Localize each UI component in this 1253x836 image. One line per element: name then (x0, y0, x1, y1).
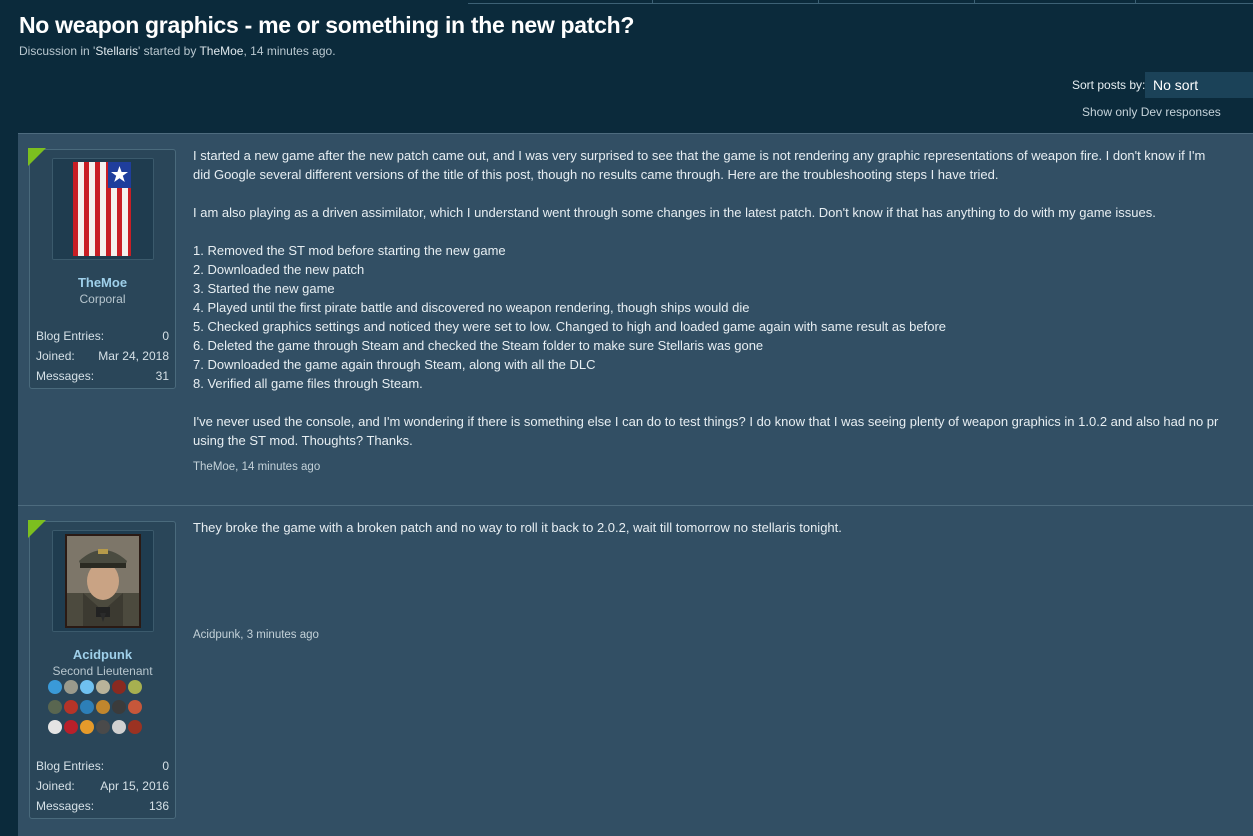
stat-label: Messages: (36, 369, 95, 383)
message-body: They broke the game with a broken patch … (193, 518, 1253, 537)
message-line: 8. Verified all game files through Steam… (193, 376, 423, 391)
user-info-box: TheMoe Corporal Blog Entries: 0 Joined: Ma… (28, 148, 176, 389)
username-link[interactable]: Acidpunk (30, 647, 175, 662)
nav-tab[interactable] (468, 0, 653, 4)
trophy-icon[interactable] (128, 699, 142, 714)
top-nav-strip (0, 0, 1253, 4)
stat-blog-entries: Blog Entries: 0 (36, 329, 169, 345)
nav-tab[interactable] (819, 0, 975, 4)
trophy-icon[interactable] (112, 699, 126, 714)
trophy-icon[interactable] (64, 679, 78, 694)
trophy-icon[interactable] (112, 679, 126, 694)
meta-prefix: Discussion in ' (19, 44, 96, 58)
trophy-icon[interactable] (48, 699, 62, 714)
sort-select[interactable]: No sort (1145, 72, 1253, 98)
trophy-icon[interactable] (128, 719, 142, 734)
stat-value: Mar 24, 2018 (98, 349, 169, 363)
trophy-icon[interactable] (112, 719, 126, 734)
stat-messages: Messages: 31 (36, 369, 169, 385)
post-permalink[interactable]: Acidpunk, 3 minutes ago (193, 629, 319, 641)
stat-messages-value[interactable]: 31 (156, 369, 169, 383)
message-line: 7. Downloaded the game again through Ste… (193, 357, 596, 372)
trophy-icon[interactable] (64, 719, 78, 734)
trophy-icon[interactable] (48, 719, 62, 734)
nav-tab[interactable] (1136, 0, 1253, 4)
stat-value: 0 (162, 759, 169, 773)
message-line: 6. Deleted the game through Steam and ch… (193, 338, 764, 353)
forum-link[interactable]: Stellaris (95, 44, 138, 58)
thread-meta: Discussion in 'Stellaris' started by The… (19, 44, 336, 58)
user-rank: Corporal (79, 292, 126, 306)
stat-value: 0 (162, 329, 169, 343)
trophy-icon[interactable] (80, 719, 94, 734)
trophy-icon[interactable] (48, 679, 62, 694)
message-line: They broke the game with a broken patch … (193, 520, 842, 535)
rank-corner-icon (28, 148, 46, 166)
post: Acidpunk Second Lieutenant Blog Entries:… (18, 505, 1253, 836)
nav-tab[interactable] (653, 0, 819, 4)
message-line: I am also playing as a driven assimilato… (193, 205, 1156, 220)
stat-label: Joined: (36, 349, 75, 363)
stat-value: Apr 15, 2016 (100, 779, 169, 793)
trophy-icon[interactable] (96, 699, 110, 714)
username-link[interactable]: TheMoe (30, 275, 175, 290)
stat-label: Messages: (36, 799, 95, 813)
message-line: I started a new game after the new patch… (193, 148, 1206, 163)
post: TheMoe Corporal Blog Entries: 0 Joined: Ma… (18, 133, 1253, 506)
stat-blog-entries: Blog Entries: 0 (36, 759, 169, 775)
avatar[interactable] (52, 530, 154, 632)
meta-suffix: , 14 minutes ago. (243, 44, 336, 58)
message-line: I've never used the console, and I'm won… (193, 414, 1219, 429)
thread-title: No weapon graphics - me or something in … (19, 12, 635, 38)
message-line: 2. Downloaded the new patch (193, 262, 365, 277)
trophy-icon[interactable] (64, 699, 78, 714)
dev-responses-link[interactable]: Show only Dev responses (1082, 105, 1221, 119)
message-line: 5. Checked graphics settings and noticed… (193, 319, 947, 334)
trophy-icon[interactable] (80, 679, 94, 694)
stat-messages-value[interactable]: 136 (149, 799, 169, 813)
trophy-icon[interactable] (128, 679, 142, 694)
stat-messages: Messages: 136 (36, 799, 169, 815)
message-line: 3. Started the new game (193, 281, 335, 296)
stat-label: Joined: (36, 779, 75, 793)
message-line: 4. Played until the first pirate battle … (193, 300, 750, 315)
user-rank: Second Lieutenant (52, 664, 153, 678)
stat-label: Blog Entries: (36, 329, 105, 343)
message-body: I started a new game after the new patch… (193, 146, 1253, 450)
message-line: 1. Removed the ST mod before starting th… (193, 243, 506, 258)
avatar[interactable] (52, 158, 154, 260)
trophy-icons (48, 678, 158, 738)
nav-tab[interactable] (975, 0, 1136, 4)
user-info-box: Acidpunk Second Lieutenant Blog Entries:… (28, 520, 176, 819)
thread-starter-link[interactable]: TheMoe (199, 44, 243, 58)
stat-joined: Joined: Mar 24, 2018 (36, 349, 169, 365)
meta-mid: ' started by (138, 44, 200, 58)
stat-joined: Joined: Apr 15, 2016 (36, 779, 169, 795)
officer-portrait-avatar-icon (53, 531, 153, 631)
sort-label: Sort posts by: (1072, 78, 1146, 92)
stat-label: Blog Entries: (36, 759, 105, 773)
message-line: using the ST mod. Thoughts? Thanks. (193, 433, 413, 448)
trophy-icon[interactable] (96, 679, 110, 694)
post-permalink[interactable]: TheMoe, 14 minutes ago (193, 461, 320, 473)
message-line: did Google several different versions of… (193, 167, 999, 182)
trophy-icon[interactable] (96, 719, 110, 734)
flag-avatar-icon (53, 159, 153, 259)
trophy-icon[interactable] (80, 699, 94, 714)
rank-corner-icon (28, 520, 46, 538)
